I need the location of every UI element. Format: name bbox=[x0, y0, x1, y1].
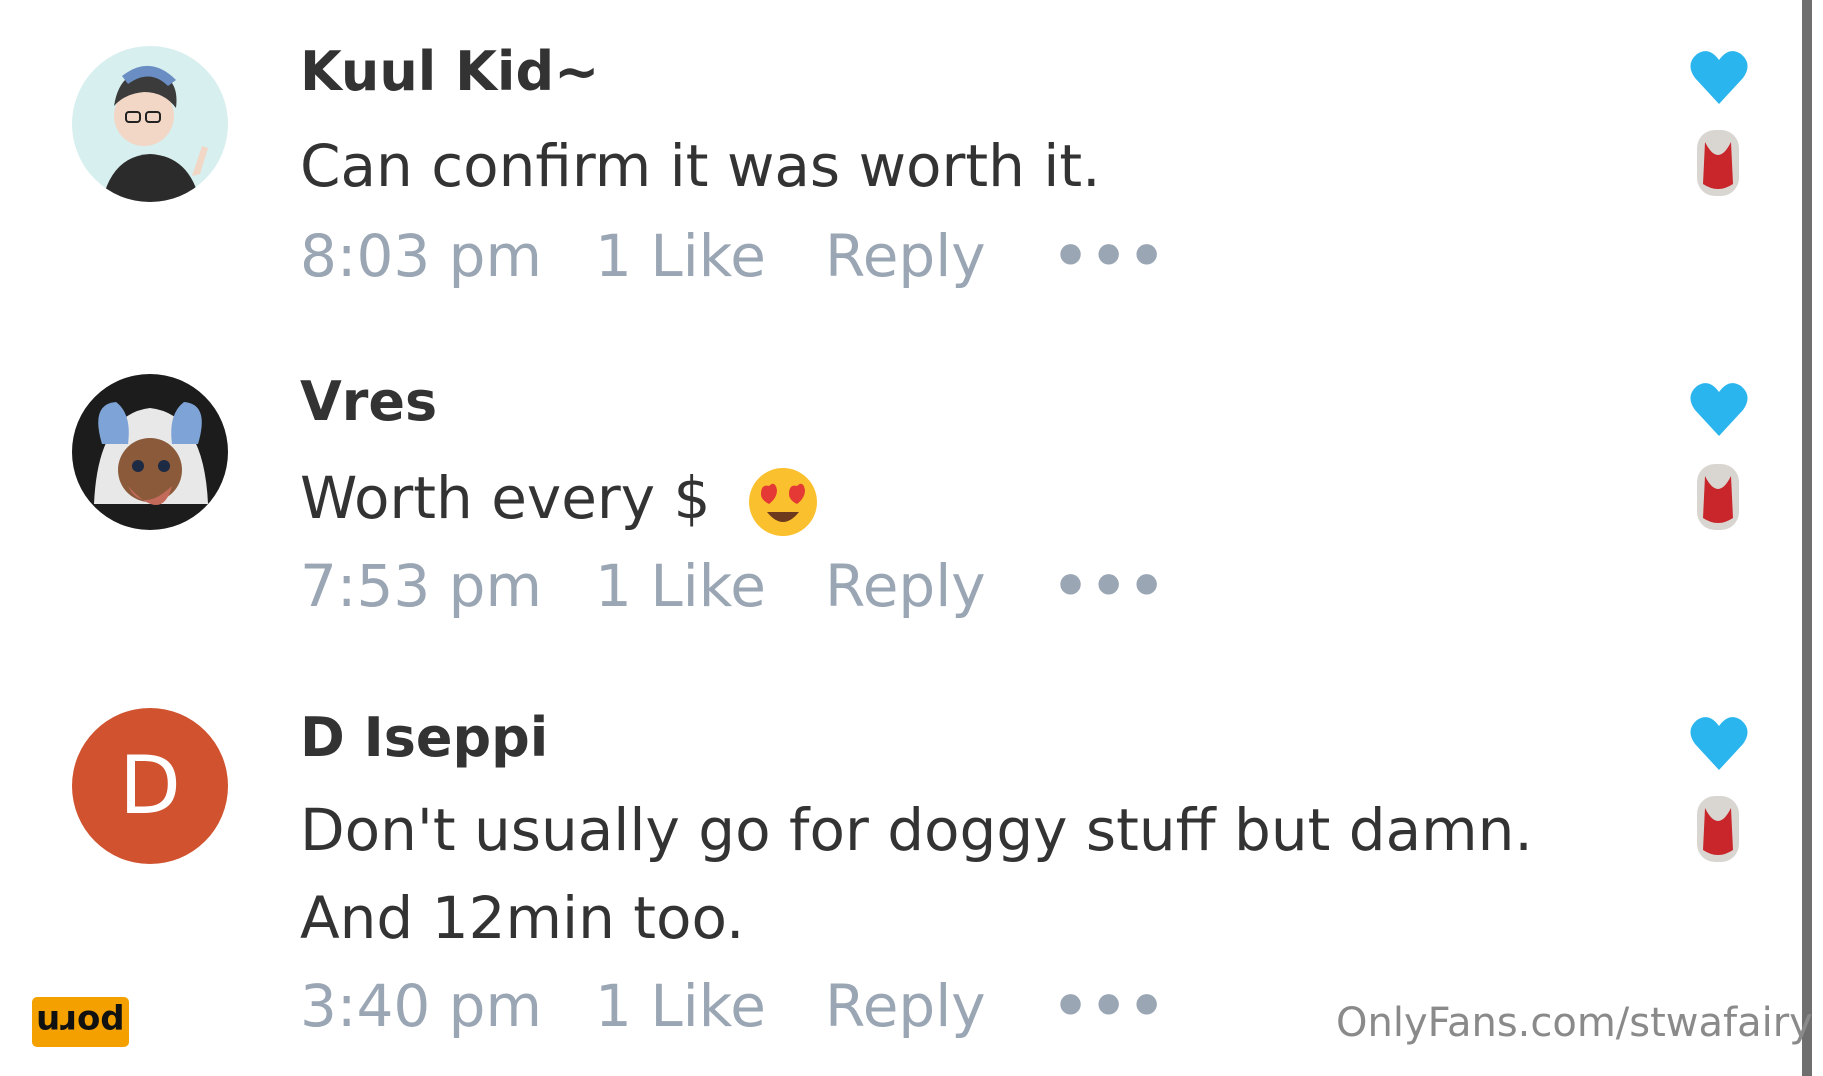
reply-button[interactable]: Reply bbox=[825, 552, 986, 620]
like-count[interactable]: 1 Like bbox=[595, 552, 766, 620]
username[interactable]: Vres bbox=[300, 370, 437, 433]
comment-text: Worth every $ bbox=[300, 454, 1620, 542]
reaction-avatar-icon bbox=[1697, 464, 1739, 530]
reaction-avatar-icon bbox=[1697, 796, 1739, 862]
comment-text-content: Worth every $ bbox=[300, 464, 711, 532]
username[interactable]: D Iseppi bbox=[300, 706, 548, 769]
heart-icon[interactable] bbox=[1689, 714, 1749, 772]
avatar[interactable] bbox=[72, 374, 228, 530]
timestamp: 3:40 pm bbox=[300, 972, 542, 1040]
comment-text: Can confirm it was worth it. bbox=[300, 132, 1101, 200]
more-options-icon[interactable]: ••• bbox=[1052, 552, 1166, 620]
heart-icon[interactable] bbox=[1689, 48, 1749, 106]
watermark-text: OnlyFans.com/stwafairy bbox=[1336, 1000, 1813, 1046]
avatar[interactable] bbox=[72, 46, 228, 202]
comment-text: Don't usually go for doggy stuff but dam… bbox=[300, 796, 1533, 952]
heart-icon[interactable] bbox=[1689, 380, 1749, 438]
more-options-icon[interactable]: ••• bbox=[1052, 972, 1166, 1040]
like-count[interactable]: 1 Like bbox=[595, 972, 766, 1040]
avatar-illustration-glasses bbox=[72, 46, 228, 202]
timestamp: 8:03 pm bbox=[300, 222, 542, 290]
reply-button[interactable]: Reply bbox=[825, 222, 986, 290]
reaction-avatar-icon bbox=[1697, 130, 1739, 196]
logo-text: porn bbox=[36, 1002, 125, 1042]
site-logo-badge: porn bbox=[32, 997, 129, 1047]
reply-button[interactable]: Reply bbox=[825, 972, 986, 1040]
timestamp: 7:53 pm bbox=[300, 552, 542, 620]
username[interactable]: Kuul Kid~ bbox=[300, 40, 599, 103]
avatar-illustration-hood bbox=[72, 374, 228, 530]
scrollbar[interactable] bbox=[1802, 0, 1812, 1076]
more-options-icon[interactable]: ••• bbox=[1052, 222, 1166, 290]
like-count[interactable]: 1 Like bbox=[595, 222, 766, 290]
heart-eyes-emoji bbox=[748, 467, 817, 536]
avatar[interactable]: D bbox=[72, 708, 228, 864]
